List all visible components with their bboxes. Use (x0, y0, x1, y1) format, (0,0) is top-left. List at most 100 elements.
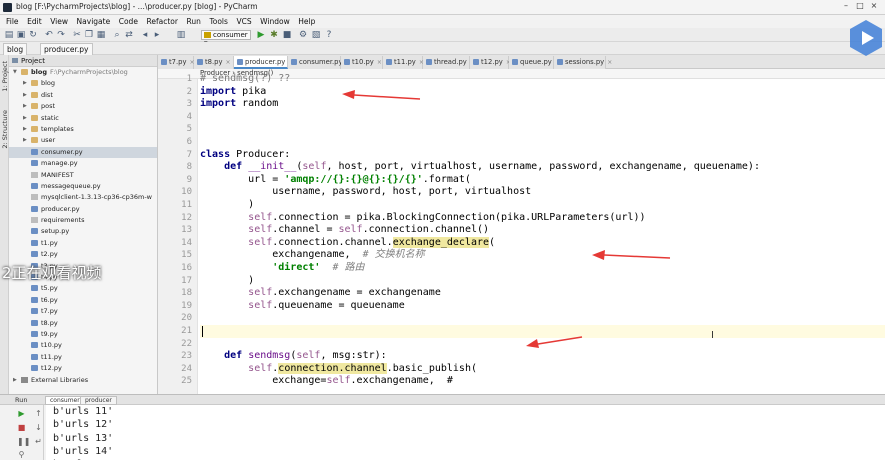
code-line[interactable]: username, password, host, port, virtualh… (200, 186, 885, 199)
code-line[interactable]: import pika (200, 86, 885, 99)
code-line[interactable] (200, 312, 885, 325)
scroll-up-icon[interactable]: ↑ (34, 409, 43, 418)
run-config-select[interactable]: consumer ▾ (201, 30, 251, 47)
code-line[interactable]: def sendmsg(self, msg:str): (200, 350, 885, 363)
tree-item[interactable]: ▶ static (9, 113, 157, 124)
save-icon[interactable]: ▣ (16, 30, 26, 40)
code-line[interactable]: url = 'amqp://{}:{}@{}:{}/{}'.format( (200, 174, 885, 187)
code-line[interactable]: ) (200, 199, 885, 212)
close-button[interactable]: × (867, 1, 881, 10)
code-line[interactable] (200, 136, 885, 149)
menu-vcs[interactable]: VCS (236, 15, 251, 28)
code-line[interactable] (200, 338, 885, 351)
nav-forward-icon[interactable]: ▸ (152, 30, 162, 40)
editor-tab[interactable]: t7.py × (158, 56, 195, 69)
rerun-icon[interactable]: ▶ (17, 409, 26, 418)
pin-icon[interactable]: ⚲ (17, 450, 26, 459)
tree-item[interactable]: ▶ user (9, 135, 157, 146)
collapse-arrow-icon[interactable]: ▶ (23, 101, 29, 112)
code-line[interactable] (200, 111, 885, 124)
editor-tab[interactable]: consumer.py× (288, 56, 351, 69)
run-tab-consumer[interactable]: consumer (45, 396, 85, 405)
tree-item[interactable]: t12.py (9, 363, 157, 374)
menu-tools[interactable]: Tools (209, 15, 227, 28)
build-icon[interactable]: ▥ (176, 30, 186, 40)
tree-item[interactable]: t11.py (9, 352, 157, 363)
code-line[interactable] (200, 325, 885, 338)
code-line[interactable]: def __init__(self, host, port, virtualho… (200, 161, 885, 174)
stop-run-icon[interactable]: ■ (17, 423, 26, 432)
back-icon[interactable]: ↶ (44, 30, 54, 40)
tool-tab-structure[interactable]: 2: Structure (1, 110, 9, 149)
tree-item[interactable]: ▶ blog (9, 78, 157, 89)
editor-tab[interactable]: t11.py × (383, 56, 424, 69)
close-tab-icon[interactable]: × (607, 59, 612, 66)
tree-item[interactable]: ▶ post (9, 101, 157, 112)
menu-view[interactable]: View (50, 15, 68, 28)
code-line[interactable]: self.connection.channel.exchange_declare… (200, 236, 885, 250)
editor-tab[interactable]: t10.py × (341, 56, 383, 69)
tree-item[interactable]: consumer.py (9, 146, 157, 159)
menu-refactor[interactable]: Refactor (146, 15, 177, 28)
tree-item[interactable]: setup.py (9, 226, 157, 237)
code-line[interactable]: exchange=self.exchangename, # (200, 375, 885, 388)
debug-icon[interactable]: ✱ (269, 30, 279, 40)
code-line[interactable]: self.channel = self.connection.channel() (200, 224, 885, 237)
menu-run[interactable]: Run (187, 15, 201, 28)
code-line[interactable]: exchangename, # 交换机名称 (200, 249, 885, 262)
soft-wrap-icon[interactable]: ↵ (34, 437, 43, 446)
collapse-arrow-icon[interactable]: ▶ (23, 113, 29, 124)
minimize-button[interactable]: – (839, 1, 853, 10)
tool-tab-project[interactable]: 1: Project (1, 61, 9, 92)
maximize-button[interactable]: □ (853, 1, 867, 10)
code-line[interactable]: # sendmsg(?) ?? (200, 73, 885, 86)
replace-icon[interactable]: ⇄ (124, 30, 134, 40)
code-line[interactable] (200, 123, 885, 136)
code-line[interactable]: self.queuename = queuename (200, 300, 885, 313)
code-area[interactable]: # sendmsg(?) ?? import pika import random c… (200, 73, 885, 394)
collapse-arrow-icon[interactable]: ▶ (13, 375, 19, 386)
tree-item[interactable]: t1.py (9, 238, 157, 249)
tree-item[interactable]: requirements (9, 215, 157, 226)
tree-item[interactable]: t9.py (9, 329, 157, 340)
scroll-down-icon[interactable]: ↓ (34, 423, 43, 432)
cut-icon[interactable]: ✂ (72, 30, 82, 40)
code-line[interactable]: self.connection = pika.BlockingConnectio… (200, 212, 885, 225)
paste-icon[interactable]: ▦ (96, 30, 106, 40)
code-line[interactable]: ) (200, 275, 885, 288)
run-tab-producer[interactable]: producer (80, 396, 117, 405)
code-line[interactable]: 'direct' # 路由 (200, 262, 885, 275)
tree-item[interactable]: producer.py (9, 204, 157, 215)
menu-edit[interactable]: Edit (27, 15, 42, 28)
close-tab-icon[interactable]: × (226, 59, 231, 66)
structure-icon[interactable]: ▧ (311, 30, 321, 40)
tree-item[interactable]: ▶ External Libraries (9, 375, 157, 386)
copy-icon[interactable]: ❐ (84, 30, 94, 40)
open-icon[interactable]: ▤ (4, 30, 14, 40)
code-line[interactable]: self.exchangename = exchangename (200, 287, 885, 300)
run-icon[interactable]: ▶ (256, 30, 266, 40)
tree-item[interactable]: t6.py (9, 295, 157, 306)
stop-icon[interactable]: ■ (282, 30, 292, 40)
editor-tab[interactable]: producer.py× (234, 56, 293, 69)
find-icon[interactable]: ⌕ (112, 30, 122, 40)
tree-item[interactable]: t5.py (9, 283, 157, 294)
collapse-arrow-icon[interactable]: ▶ (23, 90, 29, 101)
run-console-output[interactable]: b'urls 11' b'urls 12' b'urls 13' b'urls 14'… (46, 405, 885, 460)
editor-tab[interactable]: t8.py × (194, 56, 234, 69)
nav-back-icon[interactable]: ◂ (140, 30, 150, 40)
expand-arrow-icon[interactable]: ▼ (13, 67, 19, 78)
menu-navigate[interactable]: Navigate (77, 15, 111, 28)
menu-file[interactable]: File (6, 15, 19, 28)
help-icon[interactable]: ? (324, 30, 334, 40)
tree-item[interactable]: MANIFEST (9, 170, 157, 181)
editor-tab[interactable]: queue.py× (509, 56, 560, 69)
tree-item[interactable]: t10.py (9, 340, 157, 351)
code-line[interactable]: self.connection.channel.basic_publish( (200, 362, 885, 376)
tree-item[interactable]: messagequeue.py (9, 181, 157, 192)
tree-item[interactable]: t7.py (9, 306, 157, 317)
code-line[interactable]: import random (200, 98, 885, 111)
tree-item[interactable]: ▶ dist (9, 90, 157, 101)
tree-item[interactable]: t8.py (9, 318, 157, 329)
menu-window[interactable]: Window (260, 15, 290, 28)
